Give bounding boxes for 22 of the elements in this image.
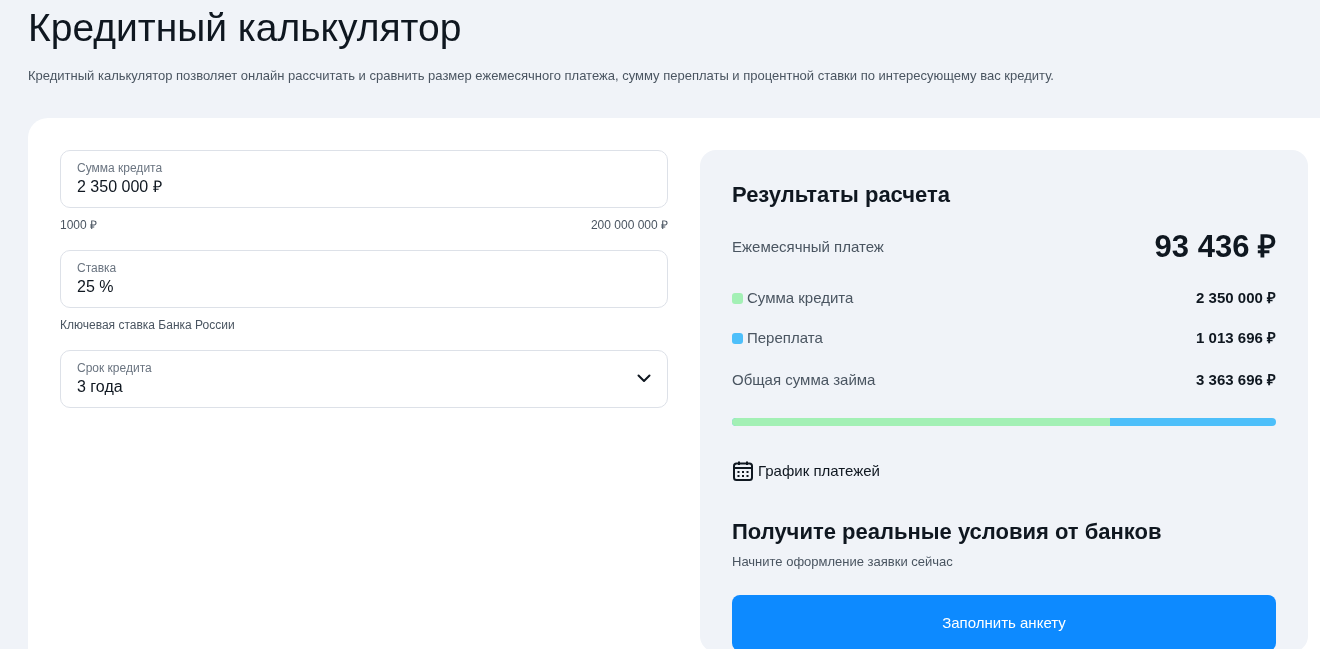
amount-value: 2 350 000 ₽ [1196, 288, 1276, 309]
min-amount-label: 1000 ₽ [60, 216, 98, 234]
input-field[interactable]: Сумма кредита 2 350 000 ₽ [60, 149, 668, 208]
select-field[interactable]: Срок кредита 3 года [60, 349, 668, 408]
results-title: Результаты расчета [732, 181, 951, 208]
field-note: Ключевая ставка Банка России [60, 316, 236, 334]
page-description: Кредитный калькулятор позволяет онлайн рассчитать и сравнить размер ежемесячного платежа, сумму переплаты и процентной ставки по интересующему вас кредиту. [28, 67, 1055, 85]
offer-subtitle: Начните оформление заявки сейчас [732, 552, 954, 571]
legend-label: Переплата [747, 327, 823, 348]
legend-label: Сумма кредита [747, 288, 854, 309]
input-field[interactable]: Ставка 25 % [60, 249, 668, 308]
calendar-icon [732, 460, 754, 483]
chevron-down-icon [637, 374, 651, 383]
amount-value: 1 013 696 ₽ [1196, 327, 1276, 348]
max-amount-label: 200 000 000 ₽ [590, 216, 668, 234]
page-title: Кредитный калькулятор [27, 5, 463, 51]
monthly-payment-label: Ежемесячный платеж [732, 236, 884, 257]
monthly-payment-value: 93 436 ₽ [1154, 227, 1276, 266]
total-value: 3 363 696 ₽ [1196, 370, 1276, 391]
offer-title: Получите реальные условия от банков [732, 519, 1163, 546]
total-label: Общая сумма займа [732, 370, 876, 391]
schedule-link[interactable]: График платежей [732, 459, 880, 483]
